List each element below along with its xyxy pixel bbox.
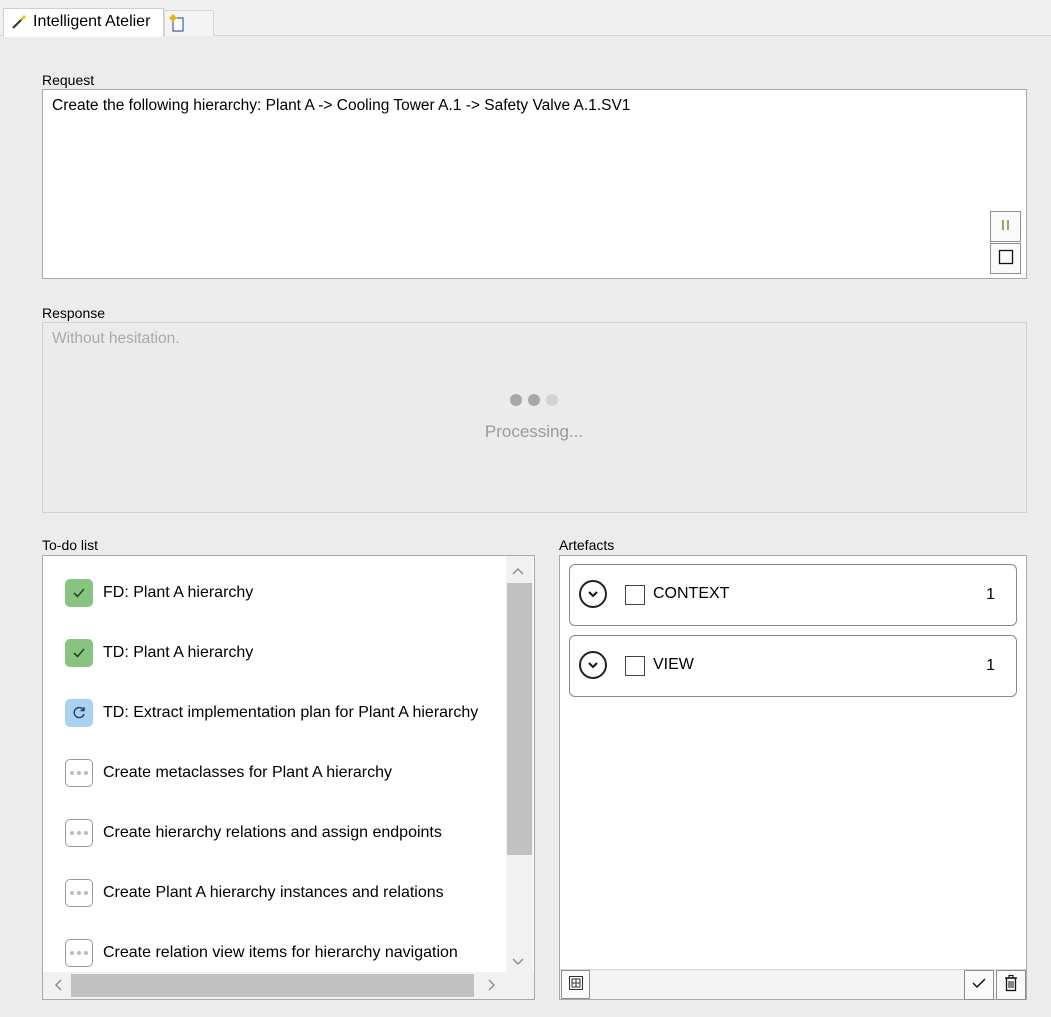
loading-dot: [510, 394, 522, 406]
artefact-count: 1: [986, 586, 995, 603]
artefact-count: 1: [986, 657, 995, 674]
horizontal-scroll-thumb[interactable]: [71, 974, 474, 997]
pause-button[interactable]: [990, 211, 1021, 242]
scroll-left-icon[interactable]: [53, 978, 63, 996]
todo-item-label[interactable]: FD: Plant A hierarchy: [103, 584, 253, 602]
pending-ellipsis-icon: [65, 879, 93, 907]
scroll-up-icon[interactable]: [511, 563, 525, 580]
grid-icon: [568, 975, 584, 995]
group-checkbox[interactable]: [625, 585, 645, 605]
todo-item-label[interactable]: Create hierarchy relations and assign en…: [103, 824, 442, 842]
completed-check-icon: [65, 639, 93, 667]
loading-dot: [528, 394, 540, 406]
artefacts-label: Artefacts: [559, 537, 615, 553]
vertical-scroll-thumb[interactable]: [507, 583, 532, 855]
todo-label: To-do list: [42, 537, 99, 553]
processing-status: Processing...: [484, 422, 584, 441]
response-label: Response: [42, 305, 106, 321]
expand-chevron-icon[interactable]: [579, 580, 607, 608]
artefacts-toolbar: [560, 969, 1026, 999]
trash-icon: [1004, 974, 1018, 996]
response-placeholder: Without hesitation.: [52, 330, 180, 347]
todo-item-label[interactable]: TD: Plant A hierarchy: [103, 644, 253, 662]
request-input[interactable]: [42, 89, 1027, 279]
group-checkbox[interactable]: [625, 656, 645, 676]
tab-intelligent-atelier[interactable]: Intelligent Atelier: [3, 8, 164, 37]
todo-item-label[interactable]: Create metaclasses for Plant A hierarchy: [103, 764, 392, 782]
in-progress-refresh-icon: [65, 699, 93, 727]
artefact-group-name: VIEW: [653, 656, 694, 673]
request-label: Request: [42, 72, 95, 88]
expand-all-button[interactable]: [561, 970, 590, 999]
new-tab-button[interactable]: [164, 10, 214, 36]
todo-item-label[interactable]: Create relation view items for hierarchy…: [103, 944, 458, 962]
completed-check-icon: [65, 579, 93, 607]
stop-button[interactable]: [990, 243, 1021, 274]
stop-icon: [998, 249, 1014, 269]
pause-icon: [1000, 218, 1012, 236]
todo-item-label[interactable]: Create Plant A hierarchy instances and r…: [103, 884, 444, 902]
response-output: [42, 322, 1027, 513]
pending-ellipsis-icon: [65, 819, 93, 847]
scroll-right-icon[interactable]: [487, 978, 497, 996]
accept-button[interactable]: [964, 970, 994, 1000]
artefact-group-name: CONTEXT: [653, 585, 730, 602]
loading-dot: [546, 394, 558, 406]
pending-ellipsis-icon: [65, 759, 93, 787]
new-document-icon: [169, 14, 185, 36]
delete-button[interactable]: [996, 970, 1026, 1000]
todo-item-label[interactable]: TD: Extract implementation plan for Plan…: [103, 704, 478, 722]
scroll-down-icon[interactable]: [511, 954, 525, 971]
expand-chevron-icon[interactable]: [579, 651, 607, 679]
request-text[interactable]: Create the following hierarchy: Plant A …: [52, 97, 630, 115]
check-icon: [971, 976, 987, 994]
tab-label: Intelligent Atelier: [33, 13, 151, 30]
magic-wand-icon: [11, 14, 27, 30]
pending-ellipsis-icon: [65, 939, 93, 967]
